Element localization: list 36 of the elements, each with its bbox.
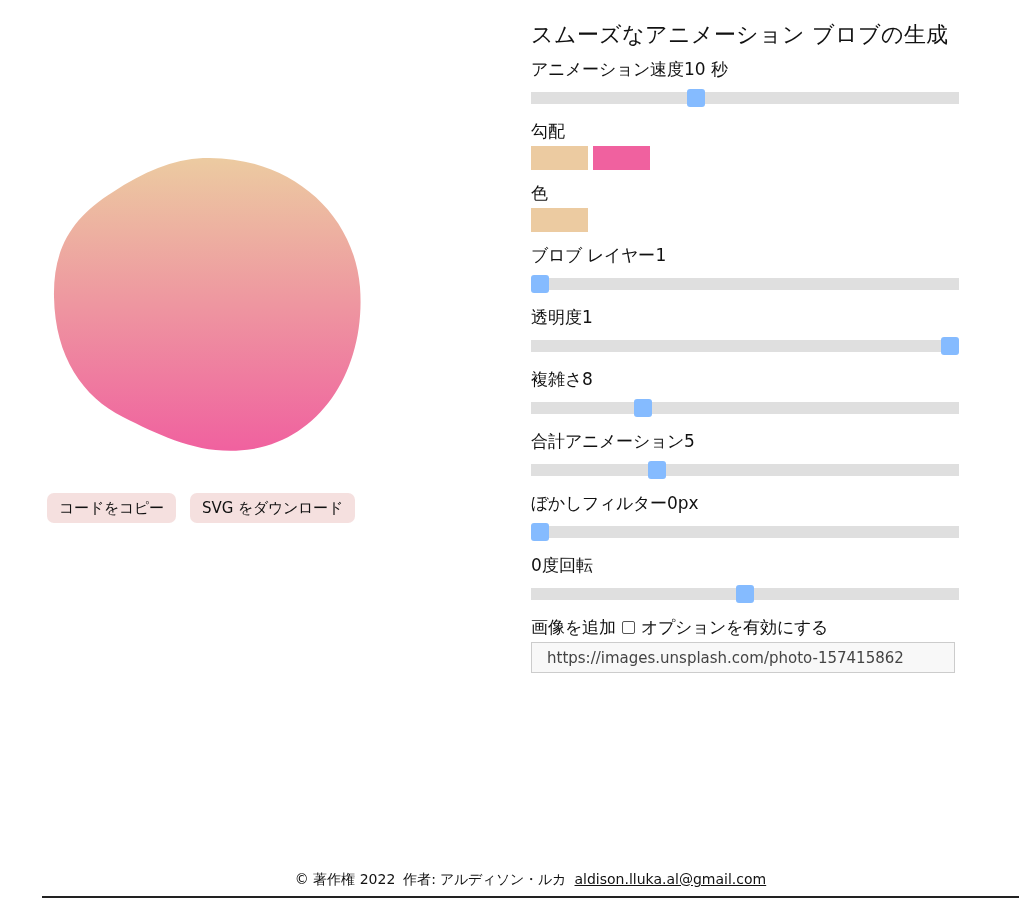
color-swatch[interactable]: [531, 208, 588, 232]
color-swatch[interactable]: [531, 146, 588, 170]
color-label: 勾配: [531, 120, 566, 143]
slider-thumb[interactable]: [531, 523, 549, 541]
author-text: 作者: アルディソン・ルカ: [403, 870, 567, 889]
slider-label: 複雑さ8: [531, 368, 594, 391]
color-swatch[interactable]: [593, 146, 650, 170]
slider[interactable]: [531, 275, 959, 293]
email-link[interactable]: aldison.lluka.al@gmail.com: [574, 864, 767, 894]
slider[interactable]: [531, 337, 959, 355]
slider-thumb[interactable]: [647, 461, 666, 479]
slider-label: 0度回転: [531, 554, 594, 577]
preview-button[interactable]: SVG をダウンロード: [190, 493, 356, 523]
slider-label: 透明度1: [531, 306, 594, 329]
preview-button[interactable]: コードをコピー: [47, 493, 176, 523]
slider-thumb[interactable]: [633, 399, 652, 417]
slider-thumb[interactable]: [736, 585, 754, 603]
page-title: スムーズなアニメーション ブロブの生成: [531, 21, 949, 49]
slider[interactable]: [531, 399, 959, 417]
copyright-text: © 著作権 2022: [294, 870, 396, 889]
slider-label: 合計アニメーション5: [531, 430, 696, 453]
checkbox[interactable]: [622, 620, 635, 634]
slider[interactable]: [531, 523, 959, 541]
slider[interactable]: [531, 89, 959, 107]
slider-thumb[interactable]: [531, 275, 549, 293]
color-label: 色: [531, 182, 549, 205]
slider-label: ぼかしフィルター0px: [531, 492, 700, 515]
slider-thumb[interactable]: [686, 89, 705, 107]
image-label: 画像を追加: [531, 616, 616, 639]
slider[interactable]: [531, 585, 959, 603]
option-label: オプションを有効にする: [641, 616, 828, 639]
slider-label: ブロブ レイヤー1: [531, 244, 668, 267]
slider-label: アニメーション速度10 秒: [531, 58, 730, 81]
slider-thumb[interactable]: [941, 337, 959, 355]
url-field[interactable]: https://images.unsplash.com/photo-157415862: [531, 642, 955, 673]
slider[interactable]: [531, 461, 959, 479]
